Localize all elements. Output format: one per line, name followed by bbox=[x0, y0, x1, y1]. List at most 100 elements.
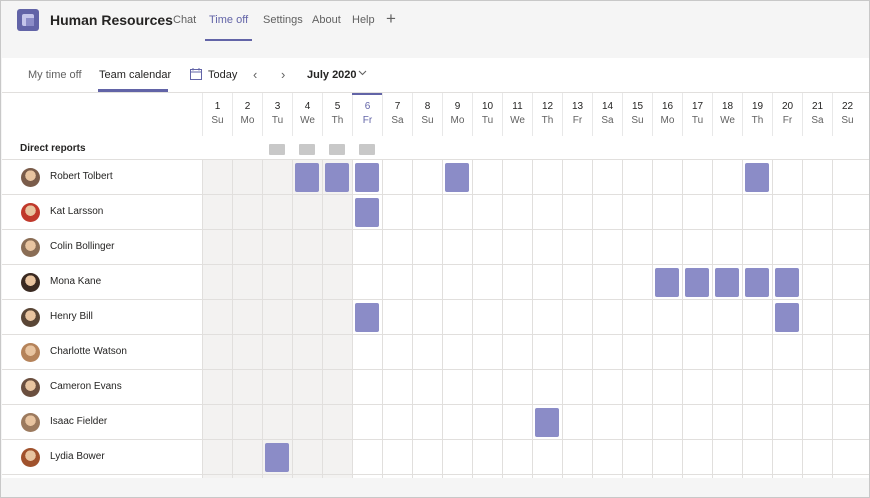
previous-month-icon[interactable]: ‹ bbox=[253, 67, 257, 82]
person-name[interactable]: Henry Bill bbox=[50, 311, 93, 322]
time-off-block[interactable] bbox=[355, 303, 379, 332]
time-off-block[interactable] bbox=[715, 268, 739, 297]
day-number: 15 bbox=[631, 101, 644, 112]
time-off-block[interactable] bbox=[355, 198, 379, 227]
person-name[interactable]: Kat Larsson bbox=[50, 206, 103, 217]
time-off-block[interactable] bbox=[745, 163, 769, 192]
human-resources-app-icon bbox=[17, 9, 39, 31]
day-header: 8 Su bbox=[412, 93, 442, 136]
tab-chat[interactable]: Chat bbox=[173, 14, 196, 26]
time-off-block[interactable] bbox=[775, 268, 799, 297]
day-header: 15 Su bbox=[622, 93, 652, 136]
avatar[interactable] bbox=[21, 378, 40, 397]
day-of-week: Su bbox=[841, 115, 854, 126]
person-name[interactable]: Charlotte Watson bbox=[50, 346, 127, 357]
time-off-block[interactable] bbox=[355, 163, 379, 192]
person-name[interactable]: Isaac Fielder bbox=[50, 416, 107, 427]
avatar[interactable] bbox=[21, 238, 40, 257]
chevron-down-icon[interactable] bbox=[358, 68, 367, 77]
day-number: 21 bbox=[811, 101, 824, 112]
person-name[interactable]: Cameron Evans bbox=[50, 381, 122, 392]
aggregate-time-off-marker[interactable] bbox=[269, 144, 285, 155]
person-name[interactable]: Robert Tolbert bbox=[50, 171, 113, 182]
day-header: 5 Th bbox=[322, 93, 352, 136]
time-off-block[interactable] bbox=[535, 408, 559, 437]
day-number: 7 bbox=[394, 101, 401, 112]
day-number: 5 bbox=[334, 101, 341, 112]
day-number: 11 bbox=[512, 101, 523, 112]
today-indicator bbox=[352, 93, 382, 95]
aggregate-time-off-marker[interactable] bbox=[299, 144, 315, 155]
day-header: 19 Th bbox=[742, 93, 772, 136]
time-off-block[interactable] bbox=[265, 443, 289, 472]
aggregate-time-off-marker[interactable] bbox=[359, 144, 375, 155]
aggregate-time-off-marker[interactable] bbox=[329, 144, 345, 155]
next-month-icon[interactable]: › bbox=[281, 67, 285, 82]
person-row: Colin Bollinger bbox=[2, 230, 869, 265]
person-row: Cameron Evans bbox=[2, 370, 869, 405]
day-of-week: Mo bbox=[240, 115, 255, 126]
avatar[interactable] bbox=[21, 168, 40, 187]
person-name[interactable]: Mona Kane bbox=[50, 276, 101, 287]
person-row: Lydia Bower bbox=[2, 440, 869, 475]
day-number: 8 bbox=[424, 101, 431, 112]
subtab-team-calendar[interactable]: Team calendar bbox=[99, 69, 171, 81]
time-off-block[interactable] bbox=[295, 163, 319, 192]
day-header: 7 Sa bbox=[382, 93, 412, 136]
day-number: 1 bbox=[214, 101, 221, 112]
add-tab-icon[interactable]: + bbox=[386, 9, 396, 29]
person-row: Isaac Fielder bbox=[2, 405, 869, 440]
time-off-block[interactable] bbox=[325, 163, 349, 192]
time-off-block[interactable] bbox=[445, 163, 469, 192]
day-of-week: Th bbox=[331, 115, 344, 126]
calendar-toolbar: My time off Team calendar Today ‹ › July… bbox=[2, 58, 869, 93]
day-of-week: Fr bbox=[362, 115, 373, 126]
person-name[interactable]: Colin Bollinger bbox=[50, 241, 114, 252]
day-of-week: Th bbox=[751, 115, 764, 126]
day-number: 17 bbox=[691, 101, 704, 112]
app-header: Human Resources Chat Time off Settings A… bbox=[1, 1, 869, 47]
calendar-today-icon[interactable] bbox=[190, 68, 202, 80]
day-header: 10 Tu bbox=[472, 93, 502, 136]
day-number: 18 bbox=[721, 101, 734, 112]
day-header: 18 We bbox=[712, 93, 742, 136]
today-button[interactable]: Today bbox=[208, 69, 237, 81]
app-title: Human Resources bbox=[50, 12, 173, 28]
person-name[interactable]: Lydia Bower bbox=[50, 451, 105, 462]
day-header: 9 Mo bbox=[442, 93, 472, 136]
tab-help[interactable]: Help bbox=[352, 14, 375, 26]
day-of-week: Th bbox=[541, 115, 554, 126]
month-selector[interactable]: July 2020 bbox=[307, 69, 357, 81]
day-header: 1 Su bbox=[202, 93, 232, 136]
avatar[interactable] bbox=[21, 203, 40, 222]
time-off-block[interactable] bbox=[655, 268, 679, 297]
avatar[interactable] bbox=[21, 273, 40, 292]
time-off-block[interactable] bbox=[775, 303, 799, 332]
day-header: 2 Mo bbox=[232, 93, 262, 136]
subtab-my-time-off[interactable]: My time off bbox=[28, 69, 82, 81]
avatar[interactable] bbox=[21, 343, 40, 362]
day-of-week: We bbox=[720, 115, 735, 126]
direct-reports-label: Direct reports bbox=[20, 143, 86, 154]
app-window: Human Resources Chat Time off Settings A… bbox=[0, 0, 870, 498]
tab-settings[interactable]: Settings bbox=[263, 14, 303, 26]
day-of-week: Fr bbox=[782, 115, 793, 126]
day-of-week: Mo bbox=[660, 115, 675, 126]
avatar[interactable] bbox=[21, 308, 40, 327]
day-of-week: Tu bbox=[271, 115, 284, 126]
avatar[interactable] bbox=[21, 448, 40, 467]
time-off-block[interactable] bbox=[745, 268, 769, 297]
tab-about[interactable]: About bbox=[312, 14, 341, 26]
person-row: Charlotte Watson bbox=[2, 335, 869, 370]
day-of-week: We bbox=[510, 115, 525, 126]
day-number: 12 bbox=[541, 101, 554, 112]
person-row: Henry Bill bbox=[2, 300, 869, 335]
avatar[interactable] bbox=[21, 413, 40, 432]
day-number: 19 bbox=[751, 101, 764, 112]
day-of-week: Tu bbox=[691, 115, 704, 126]
tab-time-off[interactable]: Time off bbox=[209, 14, 248, 26]
day-of-week: Sa bbox=[601, 115, 614, 126]
time-off-block[interactable] bbox=[685, 268, 709, 297]
day-header: 14 Sa bbox=[592, 93, 622, 136]
team-calendar-grid: Direct reports 1 Su 2 Mo 3 Tu 4 We 5 Th 6 Fr 7 Sa 8 Su 9… bbox=[2, 93, 869, 478]
